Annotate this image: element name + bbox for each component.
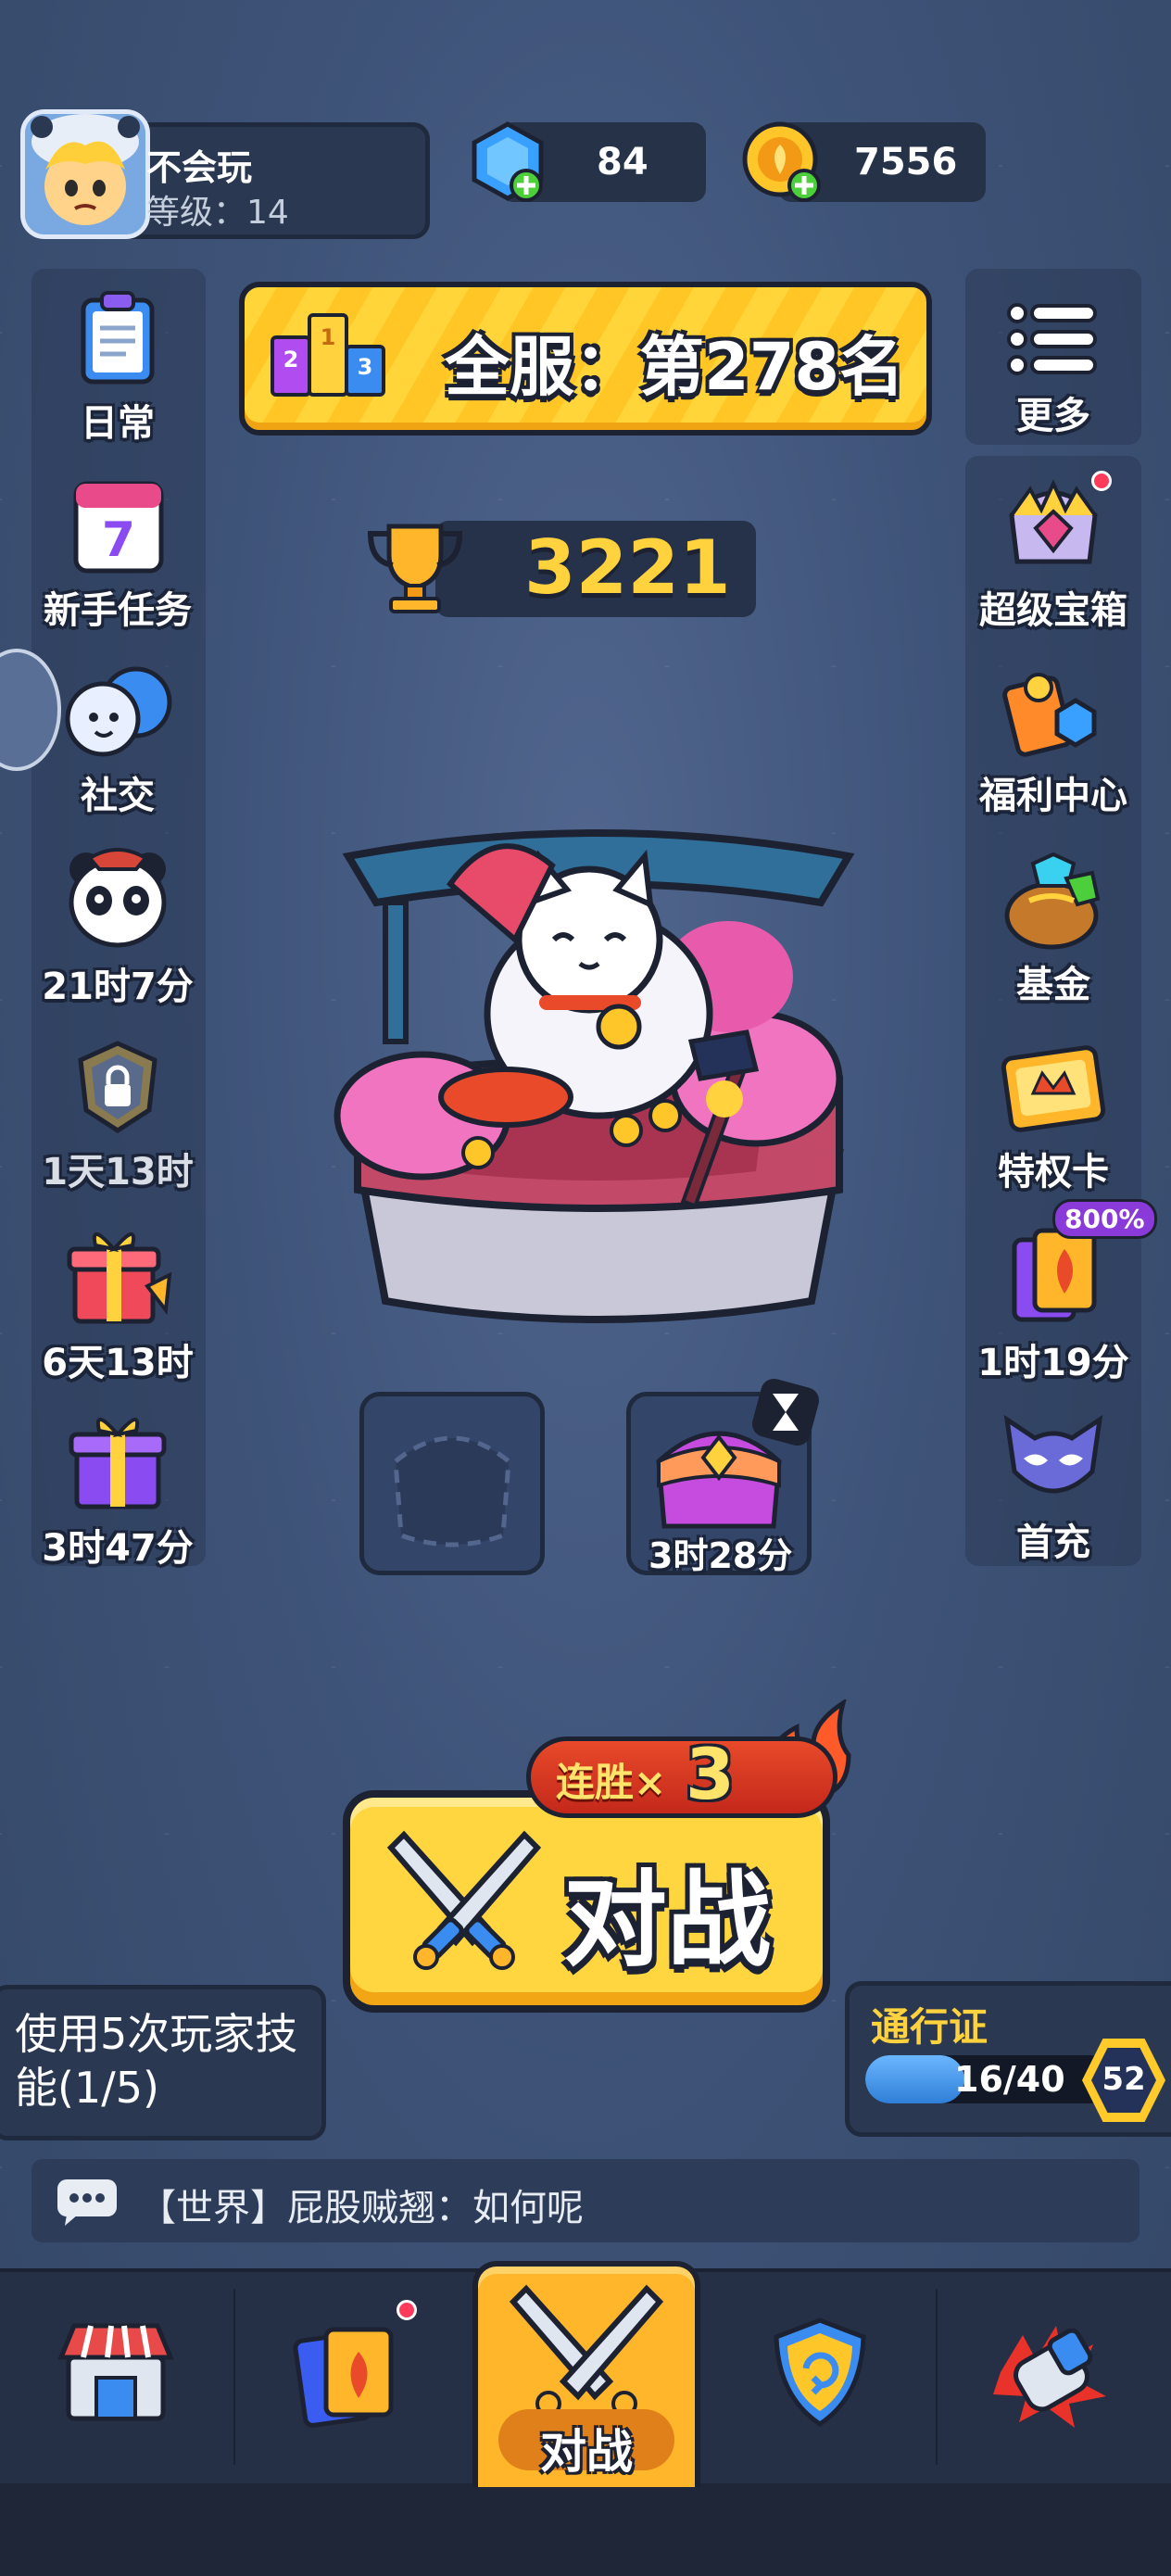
left-item-daily[interactable]: 日常 <box>20 287 215 447</box>
notification-dot <box>1091 471 1112 491</box>
social-icon <box>65 666 172 757</box>
nav-tab-cards[interactable] <box>287 2317 408 2431</box>
task-text: 使用5次玩家技能(1/5) <box>15 2009 298 2113</box>
right-item-card-pack[interactable]: 1时19分 <box>956 1221 1151 1386</box>
left-item-label: 社交 <box>81 775 155 817</box>
welfare-icon <box>1002 673 1097 757</box>
gift-icon <box>67 1232 172 1324</box>
notification-dot <box>397 2300 417 2320</box>
left-item-label: 1天13时 <box>42 1151 194 1193</box>
rank-text: 全服：第278名 <box>445 329 905 405</box>
nav-tab-clan[interactable] <box>760 2313 880 2437</box>
nav-divider <box>233 2289 235 2465</box>
trophy-icon <box>361 515 469 621</box>
podium-icon: 2 1 3 <box>269 309 387 402</box>
battle-pass-level: 52 <box>1102 2061 1146 2098</box>
right-item-privilege-card[interactable]: 特权卡 <box>956 1036 1151 1195</box>
fund-icon <box>1004 852 1101 950</box>
nav-battle-swords-icon <box>508 2279 665 2422</box>
nav-battle-label: 对战 <box>540 2425 633 2479</box>
hourglass-icon <box>749 1375 823 1453</box>
clipboard-icon <box>81 291 155 385</box>
left-item-label: 21时7分 <box>42 966 194 1008</box>
left-item-beginner-tasks[interactable]: 7 新手任务 <box>20 474 215 634</box>
chat-bubble-icon <box>56 2178 120 2229</box>
win-streak-label: 连胜× <box>556 1760 667 1805</box>
nav-tab-skills[interactable] <box>982 2307 1121 2441</box>
mask-icon <box>1003 1414 1103 1494</box>
privilege-card-icon <box>1001 1045 1106 1132</box>
coin-icon <box>739 119 828 211</box>
left-item-label: 3时47分 <box>42 1527 194 1570</box>
cards-icon <box>293 2327 394 2428</box>
right-item-fund[interactable]: 基金 <box>956 845 1151 1008</box>
chest-slot-empty[interactable] <box>359 1392 545 1575</box>
gem-count: 84 <box>597 141 648 183</box>
arena-illustration[interactable] <box>321 801 876 1342</box>
panda-icon <box>69 848 167 948</box>
profile-level: 等级：14 <box>146 194 289 232</box>
win-streak-count: 3 <box>686 1733 735 1815</box>
profile-name: 不会玩 <box>146 147 253 188</box>
right-item-first-recharge[interactable]: 首充 <box>956 1407 1151 1566</box>
left-item-label: 6天13时 <box>42 1342 194 1384</box>
avatar[interactable] <box>20 109 150 239</box>
right-item-more[interactable]: 更多 <box>956 298 1151 439</box>
svg-text:7: 7 <box>102 512 135 568</box>
svg-text:1: 1 <box>321 324 336 350</box>
empty-chest-icon <box>393 1435 511 1547</box>
nav-tab-shop[interactable] <box>56 2317 176 2431</box>
right-item-welfare[interactable]: 福利中心 <box>956 660 1151 819</box>
right-item-label: 福利中心 <box>979 775 1127 817</box>
list-icon <box>1007 303 1097 375</box>
locked-badge-icon <box>78 1041 157 1133</box>
battle-pass-progress-fill <box>865 2055 965 2103</box>
right-item-label: 超级宝箱 <box>979 589 1127 632</box>
gift-purple-icon <box>69 1418 167 1509</box>
right-item-label: 首充 <box>1016 1522 1090 1564</box>
right-item-super-chest[interactable]: 超级宝箱 <box>956 471 1151 634</box>
chat-message: 【世界】屁股贼翘：如何呢 <box>139 2187 584 2229</box>
shield-icon <box>774 2317 866 2428</box>
coin-count: 7556 <box>854 141 958 183</box>
left-item-gift-purple[interactable]: 3时47分 <box>20 1407 215 1572</box>
shop-icon <box>57 2323 174 2421</box>
trophy-count: 3221 <box>524 524 731 611</box>
gem-icon <box>463 119 552 211</box>
battle-label: 对战 <box>563 1861 771 1981</box>
svg-text:2: 2 <box>283 347 299 373</box>
left-item-locked[interactable]: 1天13时 <box>20 1036 215 1195</box>
battle-pass-title: 通行证 <box>871 2004 988 2050</box>
right-item-label: 更多 <box>1016 395 1090 437</box>
nav-divider <box>936 2289 938 2465</box>
right-item-label: 特权卡 <box>998 1151 1109 1193</box>
bonus-badge: 800% <box>1052 1199 1157 1239</box>
left-item-label: 新手任务 <box>44 589 192 632</box>
left-item-label: 日常 <box>81 402 155 445</box>
nav-footer <box>0 2483 1171 2576</box>
right-item-label: 基金 <box>1016 964 1090 1006</box>
svg-text:3: 3 <box>358 354 373 380</box>
fist-icon <box>993 2326 1106 2428</box>
left-item-gift[interactable]: 6天13时 <box>20 1221 215 1386</box>
crossed-swords-icon <box>385 1825 543 1977</box>
right-item-label: 1时19分 <box>977 1342 1129 1384</box>
calendar-icon: 7 <box>73 481 164 574</box>
chest-timer: 3时28分 <box>648 1535 793 1576</box>
left-item-panda-timer[interactable]: 21时7分 <box>20 841 215 1010</box>
battle-pass-progress-text: 16/40 <box>954 2059 1065 2100</box>
